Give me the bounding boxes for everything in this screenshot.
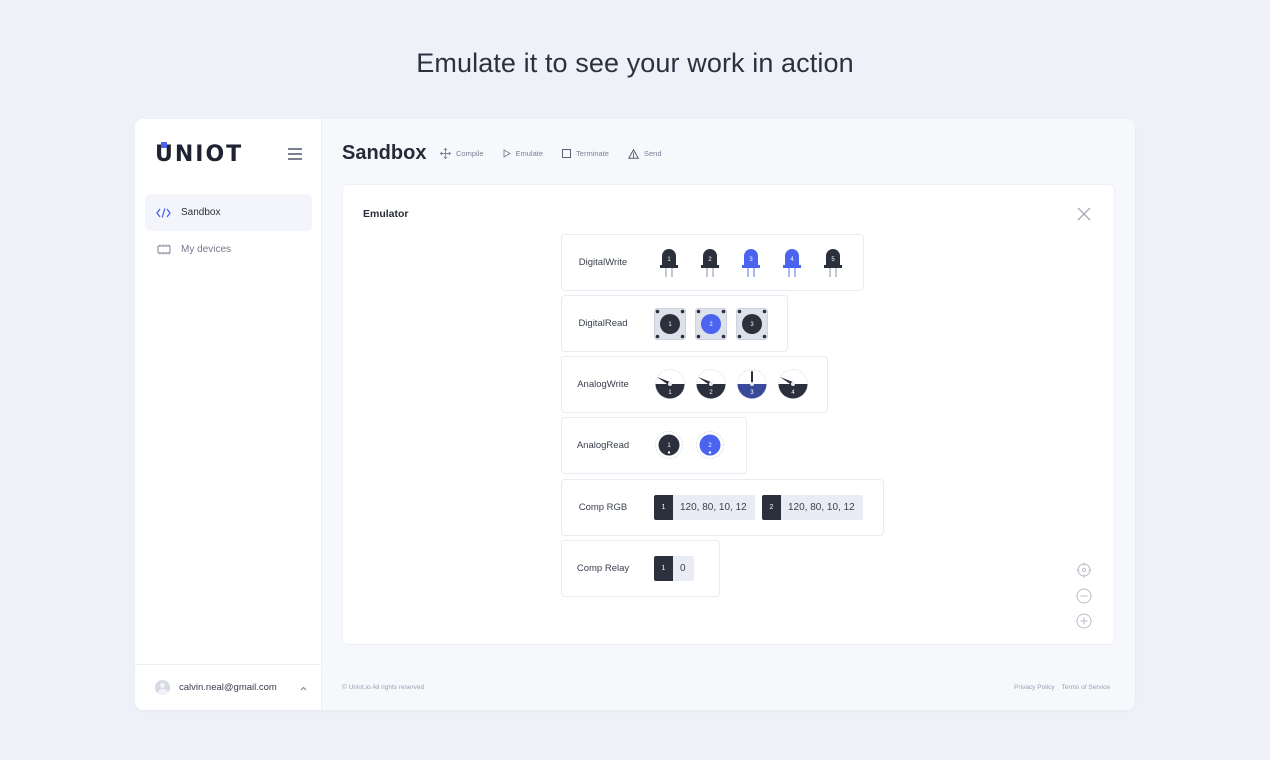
avatar <box>155 680 170 695</box>
push-button-1[interactable]: 1 <box>654 308 686 345</box>
terms-of-service-link[interactable]: Terms of Service <box>1062 684 1110 691</box>
zoom-in-icon[interactable] <box>1076 613 1092 629</box>
footer-links: Privacy Policy Terms of Service <box>1007 684 1110 691</box>
gauge-2[interactable]: 2 <box>695 368 727 405</box>
terminate-button[interactable]: Terminate <box>562 149 609 158</box>
push-button-2[interactable]: 2 <box>695 308 727 345</box>
gauge-3[interactable]: 3 <box>736 368 768 405</box>
led-1[interactable]: 1 <box>659 248 679 285</box>
rgb-output-1[interactable]: 1 120, 80, 10, 12 <box>654 495 755 520</box>
relay-index: 1 <box>654 556 673 581</box>
analog-write-label: AnalogWrite <box>577 379 629 390</box>
sidebar: UNIOT Sandbox My devices calvin.neal@gma… <box>135 119 322 710</box>
digital-read-row: DigitalRead 123 <box>561 295 788 352</box>
zoom-out-icon[interactable] <box>1076 588 1092 604</box>
relay-value: 0 <box>673 556 694 581</box>
analog-write-row: AnalogWrite 1234 <box>561 356 828 413</box>
digital-read-label: DigitalRead <box>578 318 628 329</box>
emulate-button[interactable]: Emulate <box>503 149 544 158</box>
push-button-3[interactable]: 3 <box>736 308 768 345</box>
app-window: UNIOT Sandbox My devices calvin.neal@gma… <box>135 119 1135 710</box>
chevron-up-icon <box>300 683 307 693</box>
terminate-label: Terminate <box>576 149 609 158</box>
send-button[interactable]: Send <box>627 148 662 159</box>
knob-2[interactable]: 2 <box>695 430 725 465</box>
rgb-output-2[interactable]: 2 120, 80, 10, 12 <box>762 495 863 520</box>
chip-icon <box>156 244 171 255</box>
compile-button[interactable]: Compile <box>440 148 484 159</box>
hamburger-menu-icon[interactable] <box>288 148 302 160</box>
gauge-4[interactable]: 4 <box>777 368 809 405</box>
logo-text: UNIOT <box>155 142 244 167</box>
logo-accent-square <box>161 142 167 148</box>
stop-icon <box>562 149 572 158</box>
knob-1[interactable]: 1 <box>654 430 684 465</box>
analog-read-row: AnalogRead 12 <box>561 417 747 474</box>
led-5[interactable]: 5 <box>823 248 843 285</box>
emulate-label: Emulate <box>515 149 544 158</box>
led-4[interactable]: 4 <box>782 248 802 285</box>
recenter-crosshair-icon[interactable] <box>1076 562 1092 578</box>
copyright: © Uniot.io All rights reserved <box>342 684 425 691</box>
rgb-value: 120, 80, 10, 12 <box>673 495 755 520</box>
comp-relay-row: Comp Relay 1 0 <box>561 540 720 597</box>
comp-rgb-label: Comp RGB <box>578 502 628 513</box>
user-account-menu[interactable]: calvin.neal@gmail.com <box>135 664 322 710</box>
compile-label: Compile <box>456 149 484 158</box>
led-2[interactable]: 2 <box>700 248 720 285</box>
digital-write-row: DigitalWrite 12345 <box>561 234 864 291</box>
gauge-1[interactable]: 1 <box>654 368 686 405</box>
code-icon <box>156 207 171 218</box>
headline: Emulate it to see your work in action <box>416 48 854 78</box>
emulator-panel: Emulator DigitalWrite 12345 DigitalRead … <box>342 184 1115 645</box>
move-arrows-icon <box>440 148 451 159</box>
sidebar-item-my-devices[interactable]: My devices <box>145 231 312 268</box>
relay-output-1[interactable]: 1 0 <box>654 556 694 581</box>
led-3[interactable]: 3 <box>741 248 761 285</box>
rgb-index: 2 <box>762 495 781 520</box>
user-email: calvin.neal@gmail.com <box>179 682 277 693</box>
sidebar-item-sandbox[interactable]: Sandbox <box>145 194 312 231</box>
send-label: Send <box>643 149 662 158</box>
close-icon[interactable] <box>1077 207 1091 221</box>
play-icon <box>503 149 511 158</box>
logo[interactable]: UNIOT <box>155 142 244 167</box>
analog-read-label: AnalogRead <box>576 440 630 451</box>
sidebar-item-label: Sandbox <box>181 207 221 218</box>
page-title: Sandbox <box>342 142 427 164</box>
toolbar: Compile Emulate Terminate Send <box>440 148 681 159</box>
send-triangle-icon <box>627 148 639 159</box>
emulator-title: Emulator <box>363 208 409 220</box>
digital-write-label: DigitalWrite <box>578 257 628 268</box>
comp-rgb-row: Comp RGB 1 120, 80, 10, 12 2 120, 80, 10… <box>561 479 884 536</box>
rgb-index: 1 <box>654 495 673 520</box>
privacy-policy-link[interactable]: Privacy Policy <box>1014 684 1054 691</box>
comp-relay-label: Comp Relay <box>576 563 630 574</box>
rgb-value: 120, 80, 10, 12 <box>781 495 863 520</box>
sidebar-item-label: My devices <box>181 244 232 255</box>
